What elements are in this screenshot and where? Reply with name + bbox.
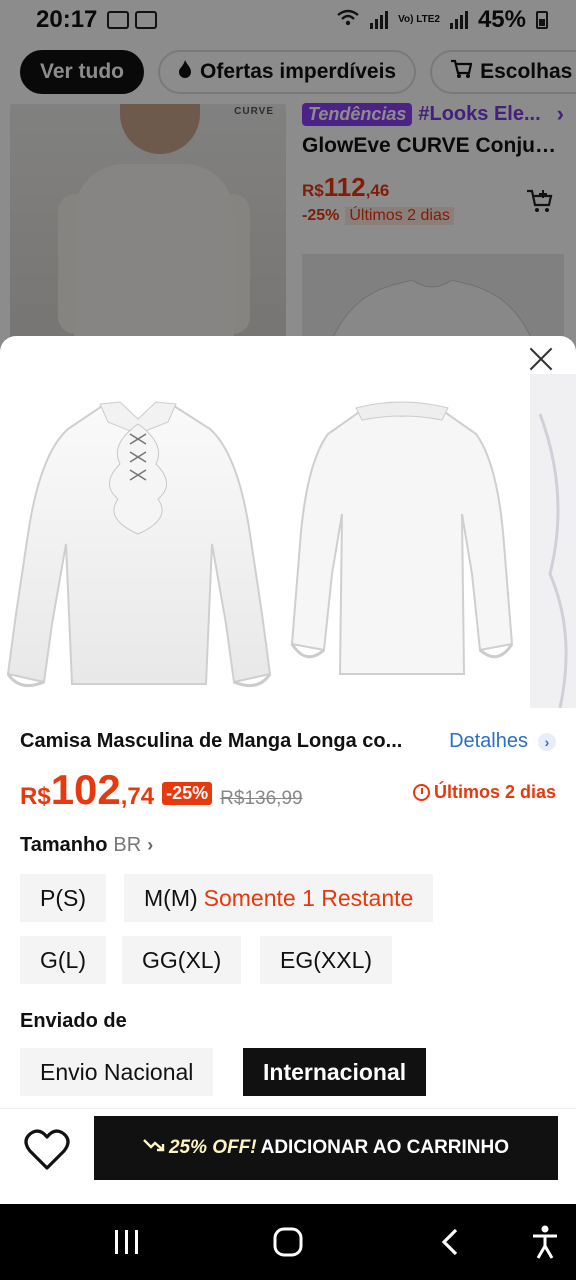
stock-warning: Somente 1 Restante — [203, 884, 414, 911]
price-integer: 102 — [50, 766, 121, 813]
size-option-m[interactable]: M(M) Somente 1 Restante — [124, 874, 434, 922]
details-label: Detalhes — [449, 730, 528, 752]
details-link[interactable]: Detalhes › — [449, 730, 556, 753]
add-to-cart-button[interactable]: 25% OFF! ADICIONAR AO CARRINHO — [94, 1116, 558, 1180]
product-bottom-sheet: Camisa Masculina de Manga Longa co... De… — [0, 336, 576, 1204]
recent-apps-icon[interactable] — [112, 1226, 142, 1258]
size-option-gg[interactable]: GG(XL) — [122, 936, 242, 984]
price-row: R$ 102 ,74 -25% R$136,99 — [20, 766, 303, 814]
back-icon[interactable] — [438, 1226, 462, 1258]
size-option-eg[interactable]: EG(XXL) — [260, 936, 393, 984]
original-price: R$136,99 — [220, 788, 303, 809]
accessibility-icon[interactable] — [528, 1225, 562, 1259]
system-navigation-bar — [0, 1204, 576, 1280]
size-region: BR — [113, 834, 142, 856]
promo-label: 25% OFF! — [168, 1137, 257, 1158]
shipping-option-nacional[interactable]: Envio Nacional — [20, 1048, 214, 1096]
chevron-right-icon: › — [538, 732, 556, 751]
trend-down-icon — [143, 1137, 165, 1159]
close-icon[interactable] — [528, 346, 554, 372]
shipping-option-internacional[interactable]: Internacional — [243, 1048, 427, 1096]
shipping-section-label: Enviado de — [20, 1010, 127, 1032]
add-to-cart-label: ADICIONAR AO CARRINHO — [260, 1137, 510, 1158]
product-gallery[interactable] — [0, 374, 576, 709]
deal-timer: Últimos 2 dias — [412, 782, 556, 803]
size-section-label[interactable]: Tamanho BR › — [20, 834, 153, 857]
product-image-front[interactable] — [0, 374, 276, 708]
home-icon[interactable] — [272, 1226, 304, 1258]
size-option-p[interactable]: P(S) — [20, 874, 106, 922]
product-title: Camisa Masculina de Manga Longa co... — [20, 730, 403, 752]
size-option-g[interactable]: G(L) — [20, 936, 106, 984]
discount-badge: -25% — [162, 781, 213, 805]
clock-icon — [412, 784, 430, 801]
price-decimal: ,74 — [120, 783, 155, 810]
divider — [0, 1108, 576, 1109]
price-currency: R$ — [20, 783, 51, 810]
timer-label: Últimos 2 dias — [433, 782, 556, 802]
wishlist-heart-icon[interactable] — [24, 1128, 70, 1172]
product-image-back[interactable] — [276, 374, 528, 708]
product-image-partial[interactable] — [530, 374, 576, 709]
chevron-right-icon: › — [147, 835, 154, 855]
